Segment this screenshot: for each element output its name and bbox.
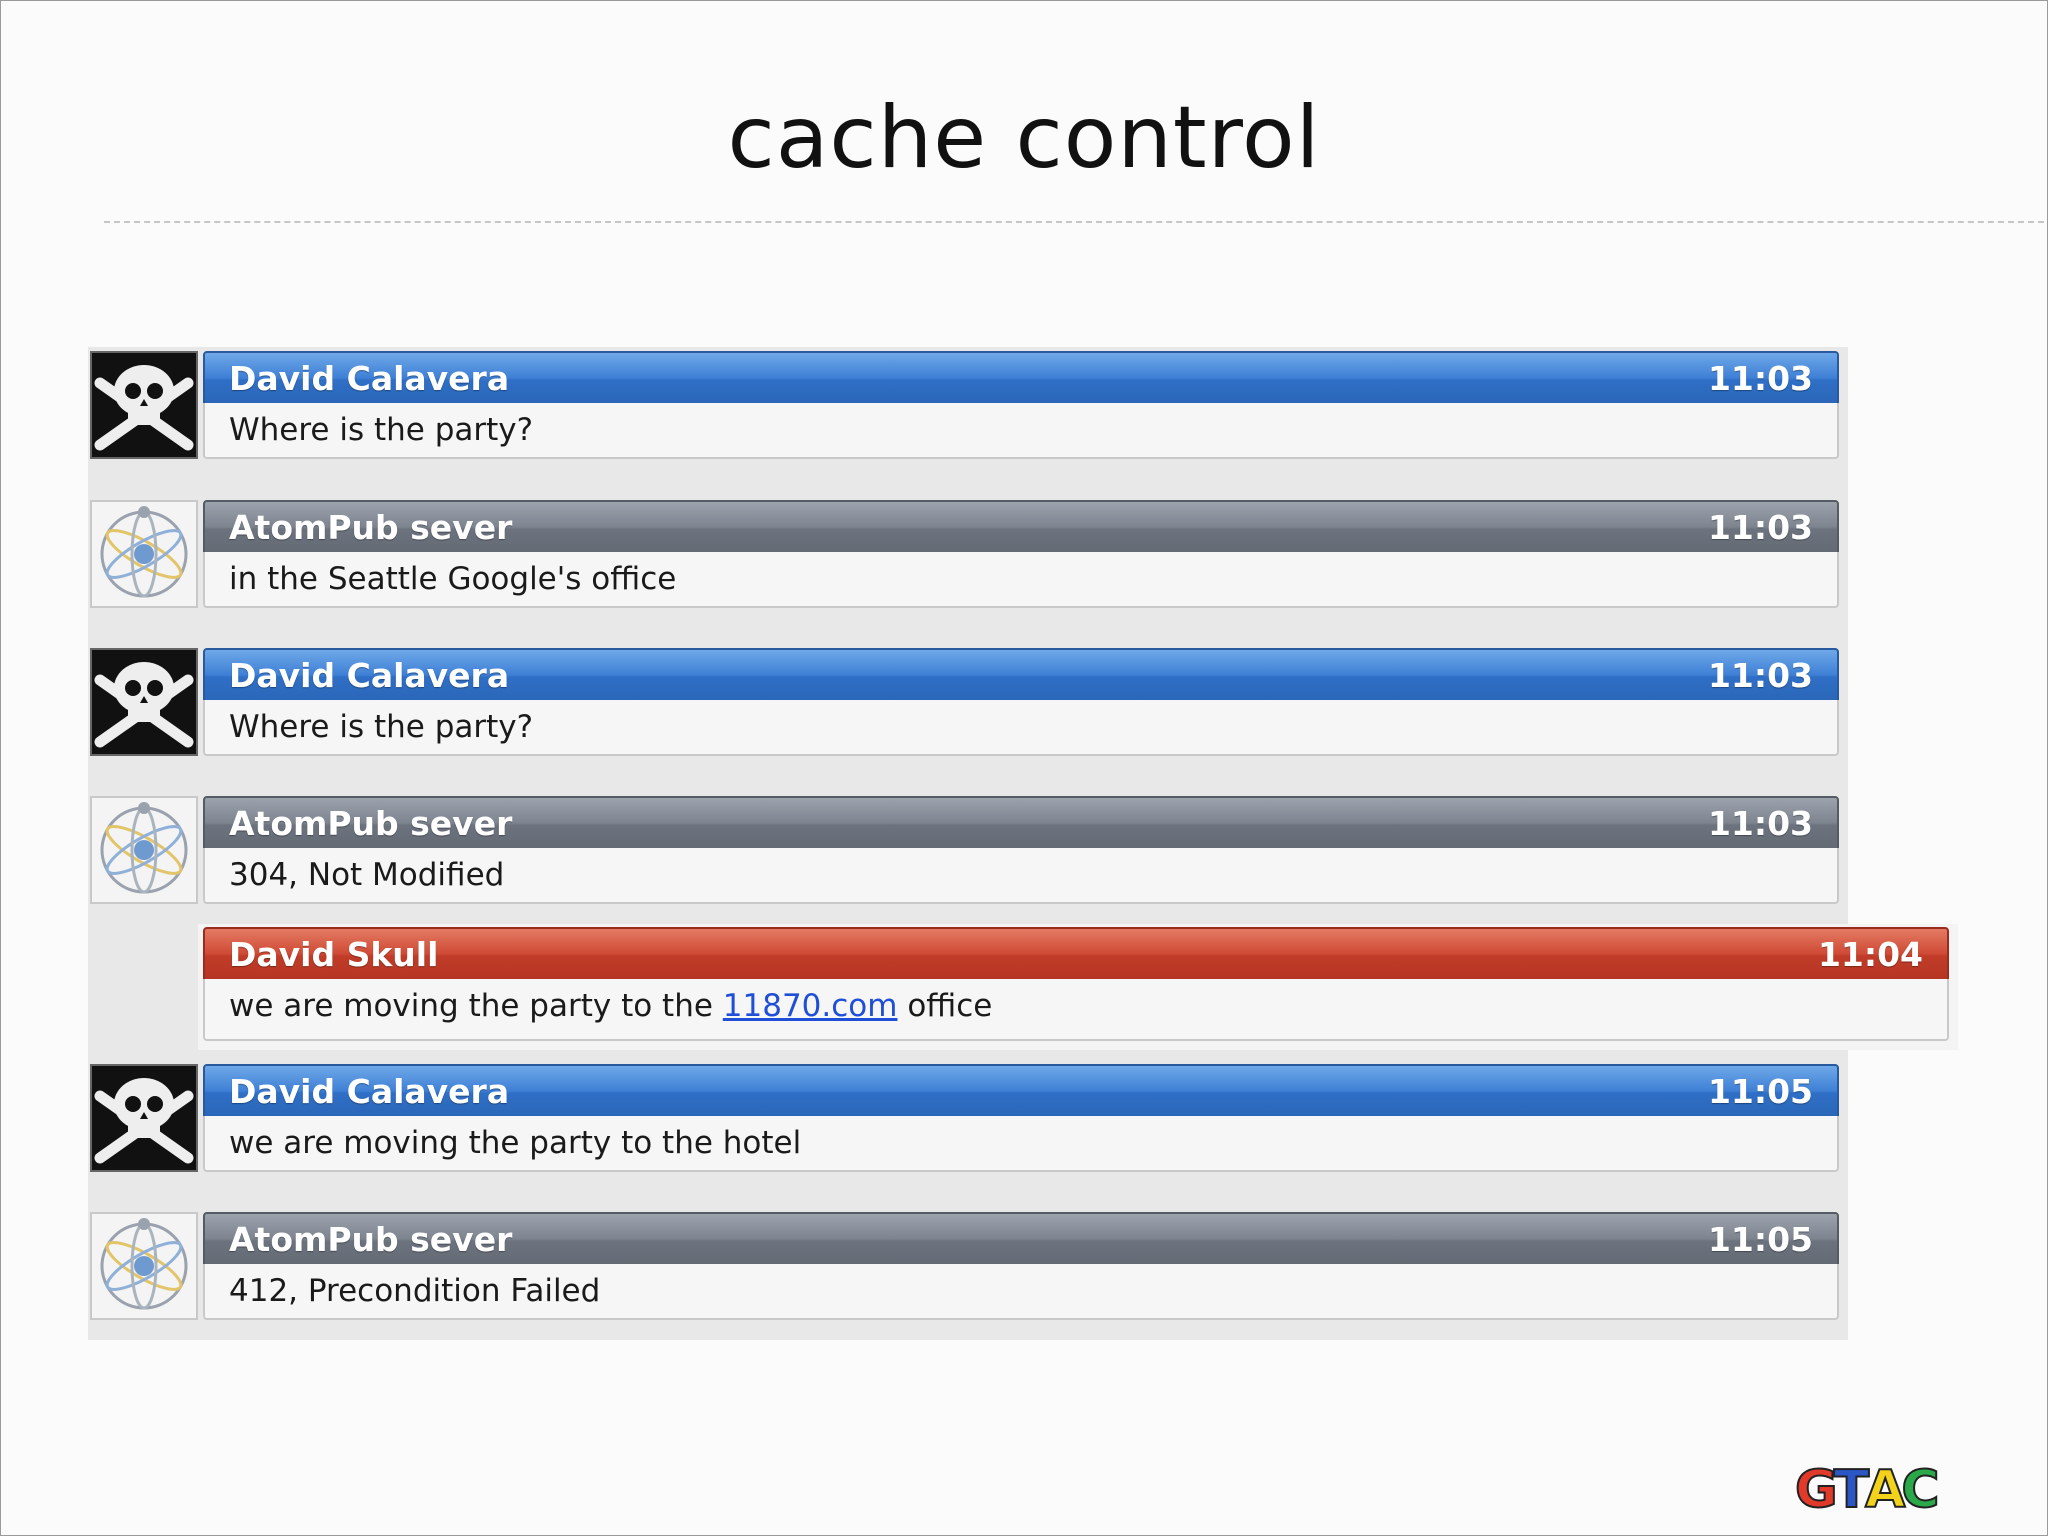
title-divider: [104, 221, 2044, 223]
sender-name: David Calavera: [229, 1072, 510, 1111]
message-text-before: we are moving the party to the: [229, 988, 723, 1024]
message-text: 304, Not Modified: [229, 857, 505, 893]
message-header: David Calavera 11:03: [203, 648, 1839, 704]
skull-crossbones-icon: [90, 351, 198, 459]
message-body: 412, Precondition Failed: [203, 1264, 1839, 1320]
message-text: we are moving the party to the 11870.com…: [229, 988, 992, 1024]
chat-message: AtomPub sever 11:03 in the Seattle Googl…: [90, 500, 1839, 608]
logo-letter-t: T: [1833, 1459, 1871, 1521]
message-text: 412, Precondition Failed: [229, 1273, 601, 1309]
atom-icon: [90, 1212, 198, 1320]
message-time: 11:05: [1707, 1220, 1813, 1259]
message-text-after: office: [897, 988, 993, 1024]
message-time: 11:04: [1817, 935, 1923, 974]
message-time: 11:03: [1707, 656, 1813, 695]
message-time: 11:03: [1707, 804, 1813, 843]
message-body: 304, Not Modified: [203, 848, 1839, 904]
logo-letter-a: A: [1864, 1459, 1906, 1521]
message-header: AtomPub sever 11:03: [203, 500, 1839, 556]
gtac-logo: GTAC: [1794, 1459, 1941, 1521]
logo-letter-c: C: [1900, 1459, 1940, 1521]
message-header: David Skull 11:04: [203, 927, 1949, 983]
sender-name: AtomPub sever: [229, 804, 513, 843]
chat-message: David Calavera 11:03 Where is the party?: [90, 648, 1839, 756]
message-header: David Calavera 11:03: [203, 351, 1839, 407]
chat-message: David Skull 11:04 we are moving the part…: [203, 927, 1949, 1041]
sender-name: AtomPub sever: [229, 508, 513, 547]
chat-message: AtomPub sever 11:03 304, Not Modified: [90, 796, 1839, 904]
message-header: AtomPub sever 11:05: [203, 1212, 1839, 1268]
message-link[interactable]: 11870.com: [723, 988, 898, 1024]
message-body: in the Seattle Google's office: [203, 552, 1839, 608]
sender-name: AtomPub sever: [229, 1220, 513, 1259]
message-text: we are moving the party to the hotel: [229, 1125, 802, 1161]
skull-crossbones-icon: [90, 648, 198, 756]
slide-title: cache control: [727, 88, 1321, 188]
message-time: 11:05: [1707, 1072, 1813, 1111]
atom-icon: [90, 500, 198, 608]
sender-name: David Calavera: [229, 359, 510, 398]
logo-letter-g: G: [1794, 1459, 1839, 1521]
message-time: 11:03: [1707, 508, 1813, 547]
message-header: David Calavera 11:05: [203, 1064, 1839, 1120]
skull-crossbones-icon: [90, 1064, 198, 1172]
message-text: Where is the party?: [229, 412, 534, 448]
chat-message: David Calavera 11:03 Where is the party?: [90, 351, 1839, 459]
message-text: in the Seattle Google's office: [229, 561, 677, 597]
atom-icon: [90, 796, 198, 904]
sender-name: David Calavera: [229, 656, 510, 695]
message-body: we are moving the party to the hotel: [203, 1116, 1839, 1172]
sender-name: David Skull: [229, 935, 439, 974]
chat-message: AtomPub sever 11:05 412, Precondition Fa…: [90, 1212, 1839, 1320]
message-body: Where is the party?: [203, 403, 1839, 459]
message-body: we are moving the party to the 11870.com…: [203, 979, 1949, 1041]
message-time: 11:03: [1707, 359, 1813, 398]
message-body: Where is the party?: [203, 700, 1839, 756]
chat-message: David Calavera 11:05 we are moving the p…: [90, 1064, 1839, 1172]
message-header: AtomPub sever 11:03: [203, 796, 1839, 852]
message-text: Where is the party?: [229, 709, 534, 745]
